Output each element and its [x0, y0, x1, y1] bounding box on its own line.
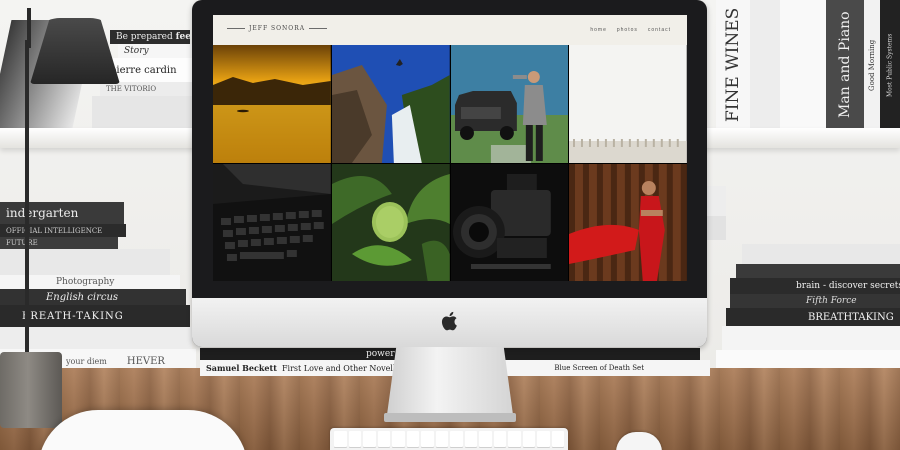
site-logo-text: JEFF SONORA [249, 25, 306, 32]
book: indergarten [0, 202, 124, 224]
shelf [700, 128, 900, 148]
book [722, 326, 900, 350]
book: OFFICIAL INTELLIGENCE [0, 224, 126, 237]
book: Man and Piano [826, 0, 864, 130]
nav-home[interactable]: home [590, 27, 607, 33]
photo-misty-field[interactable] [569, 45, 687, 163]
photo-cinema-camera[interactable] [450, 164, 569, 281]
photo-sunset-lake[interactable] [213, 45, 331, 163]
photo-custard-apple[interactable] [331, 164, 450, 281]
book [742, 244, 900, 264]
book: Most Public Systems [880, 0, 900, 130]
keyboard [330, 428, 568, 450]
book: Story [118, 44, 194, 58]
book [736, 264, 900, 278]
photo-grid [213, 45, 687, 281]
book [780, 0, 826, 130]
book [92, 96, 194, 128]
lamp-base [0, 352, 62, 428]
imac-stand [386, 347, 514, 422]
book: FUTURE [0, 237, 118, 249]
nav-photos[interactable]: photos [617, 27, 638, 33]
book: Fifth Force [730, 294, 900, 308]
book: Good Morning [864, 0, 880, 130]
photo-man-with-suv[interactable] [450, 45, 569, 163]
imac-stand-base [384, 413, 516, 422]
nav-contact[interactable]: contact [648, 27, 671, 33]
photo-waterfall-jump[interactable] [331, 45, 450, 163]
shelf [0, 128, 200, 148]
book: FINE WINES [716, 0, 750, 130]
book [750, 0, 780, 130]
site-nav: home photos contact [590, 27, 671, 33]
lamp-pole [25, 40, 29, 360]
book: Be prepared feel secure [110, 30, 190, 44]
photo-woman-red-dress[interactable] [569, 164, 687, 281]
book: brain - discover secrets [730, 278, 900, 294]
logo-dash-right [309, 28, 328, 29]
book: THE VITORIO [100, 82, 194, 96]
book: BREATHTAKING [726, 308, 900, 326]
site-header: JEFF SONORA home photos contact [213, 15, 687, 45]
apple-logo-icon [441, 311, 457, 331]
photo-laptop-keyboard[interactable] [213, 164, 331, 281]
logo-dash-left [227, 28, 245, 29]
screen: JEFF SONORA home photos contact [213, 15, 687, 281]
site-logo[interactable]: JEFF SONORA [227, 25, 328, 32]
